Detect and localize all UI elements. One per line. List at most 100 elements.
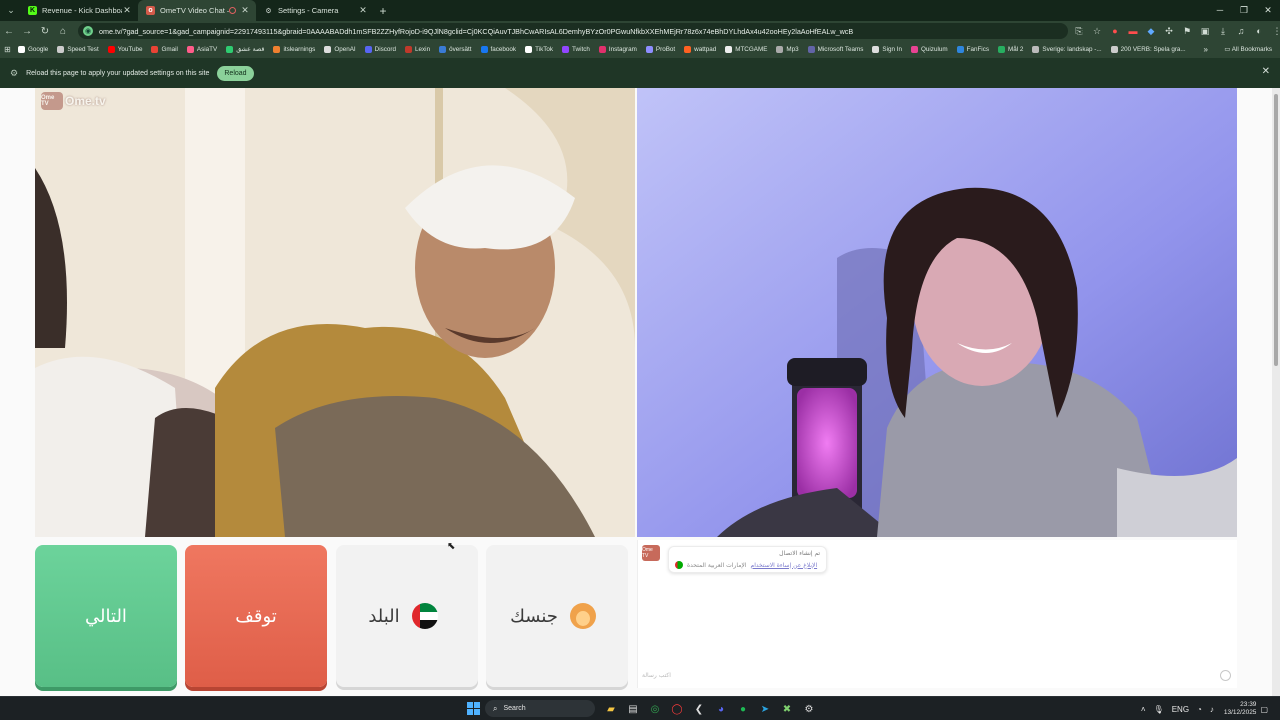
settings-icon: ⚙ (10, 67, 19, 78)
minimize-icon[interactable]: ─ (1208, 0, 1232, 21)
tab-title: OmeTV Video Chat — Omegle (160, 6, 229, 15)
clock[interactable]: 23:39 13/12/2025 (1224, 701, 1257, 717)
ometv-logo: Ome TV (41, 92, 63, 110)
bookmark-item[interactable]: Sign In (872, 46, 902, 53)
language-indicator[interactable]: ENG (1172, 705, 1189, 714)
mouse-cursor-icon: ⬉ (447, 541, 456, 552)
bookmark-item[interactable]: Lexin (405, 46, 430, 53)
taskbar-search[interactable]: ⌕ Search (485, 700, 595, 717)
telegram-icon[interactable]: ➤ (754, 701, 776, 717)
forward-icon[interactable]: → (18, 26, 36, 37)
download-icon[interactable]: ⤓ (1214, 26, 1232, 37)
extension-icon[interactable]: ⚑ (1178, 26, 1196, 37)
sidebar-icon[interactable]: ▣ (1196, 26, 1214, 37)
bookmark-item[interactable]: OpenAI (324, 46, 356, 53)
bookmark-item[interactable]: TikTok (525, 46, 553, 53)
new-tab-button[interactable]: + (374, 4, 392, 18)
bookmark-item[interactable]: YouTube (107, 46, 142, 53)
microphone-icon[interactable]: 🎙︎ (1154, 705, 1164, 714)
notification-icon[interactable]: ▢ (1260, 705, 1268, 714)
emoji-icon[interactable] (1220, 670, 1231, 681)
bookmark-item[interactable]: Google (18, 46, 48, 53)
close-tab-icon[interactable]: ✕ (358, 5, 368, 16)
bookmark-item[interactable]: Quizulum (911, 46, 948, 53)
menu-icon[interactable]: ⋮ (1268, 26, 1280, 37)
scrollbar-thumb[interactable] (1274, 94, 1278, 366)
profile-icon[interactable]: ◐ (1250, 26, 1268, 36)
app-icon[interactable]: ❮ (688, 701, 710, 717)
bookmark-item[interactable]: Mål 2 (998, 46, 1023, 53)
stop-button[interactable]: توقف (185, 545, 327, 687)
maximize-icon[interactable]: ❐ (1232, 0, 1256, 21)
bookmark-item[interactable]: AsiaTV (186, 46, 217, 53)
reload-button[interactable]: Reload (217, 65, 254, 81)
bookmark-item[interactable]: Instagram (598, 46, 637, 53)
bookmark-item[interactable]: ProBot (645, 46, 675, 53)
bookmark-item[interactable]: Sverige: landskap -... (1032, 46, 1102, 53)
country-label: البلد (368, 605, 400, 627)
bookmark-item[interactable]: Speed Test (57, 46, 99, 53)
bookmark-item[interactable]: itslearnings (273, 46, 315, 53)
address-bar[interactable]: ◉ ome.tv/?gad_source=1&gad_campaignid=22… (78, 23, 1068, 39)
bookmark-item[interactable]: Microsoft Teams (807, 46, 863, 53)
bookmark-star-icon[interactable]: ☆ (1088, 26, 1106, 37)
site-info-icon[interactable]: ◉ (83, 26, 93, 36)
tab-settings[interactable]: ⚙ Settings - Camera ✕ (256, 0, 374, 21)
tab-ometv[interactable]: o OmeTV Video Chat — Omegle ✕ (138, 0, 256, 21)
home-icon[interactable]: ⌂ (54, 26, 72, 37)
bookmark-item[interactable]: översätt (439, 46, 472, 53)
close-tab-icon[interactable]: ✕ (122, 5, 132, 16)
xbox-icon[interactable]: ✖ (776, 701, 798, 717)
girl-emoji-icon (569, 603, 596, 629)
gender-button[interactable]: جنسك (486, 545, 628, 687)
bookmark-favicon-icon (562, 46, 570, 53)
extension-record-icon[interactable]: ● (1106, 26, 1124, 36)
extension-blue-icon[interactable]: ◆ (1142, 26, 1160, 37)
back-icon[interactable]: ← (0, 26, 18, 37)
chrome-icon[interactable]: ◎ (644, 701, 666, 717)
more-bookmarks-icon[interactable]: » (1204, 41, 1208, 58)
bookmark-label: Lexin (415, 46, 431, 53)
extension-icon[interactable]: ✣ (1160, 26, 1178, 37)
store-icon[interactable]: ▤ (622, 701, 644, 717)
opera-icon[interactable]: ◯ (666, 701, 688, 717)
bookmark-item[interactable]: Discord (364, 46, 396, 53)
bookmark-item[interactable]: wattpad (684, 46, 716, 53)
bookmark-item[interactable]: FanFics (956, 46, 989, 53)
gender-label: جنسك (510, 605, 558, 627)
apps-icon[interactable]: ⊞ (4, 45, 18, 54)
windows-start-icon[interactable] (467, 702, 480, 715)
page-scrollbar[interactable] (1272, 88, 1280, 696)
bookmark-item[interactable]: Mp3 (776, 46, 799, 53)
close-infobar-icon[interactable]: ✕ (1262, 66, 1270, 77)
bookmark-favicon-icon (911, 46, 918, 53)
chevron-up-icon[interactable]: ˄ (1141, 705, 1146, 714)
install-app-icon[interactable]: ⎘ (1070, 26, 1088, 37)
bookmark-item[interactable]: MTCGAME (725, 46, 767, 53)
close-tab-icon[interactable]: ✕ (240, 5, 250, 16)
bookmark-item[interactable]: 200 VERB: Spela gra... (1110, 46, 1186, 53)
tab-search-icon[interactable]: ⌄ (2, 2, 20, 20)
close-window-icon[interactable]: ✕ (1256, 0, 1280, 21)
address-url[interactable]: ome.tv/?gad_source=1&gad_campaignid=2291… (99, 27, 853, 36)
settings-app-icon[interactable]: ⚙ (798, 701, 820, 717)
all-bookmarks-button[interactable]: ▭ All Bookmarks (1224, 41, 1272, 58)
spotify-icon[interactable]: ● (732, 701, 754, 717)
report-abuse-link[interactable]: الإبلاغ عن إساءة الاستخدام (751, 562, 818, 569)
bookmark-item[interactable]: Twitch (562, 46, 590, 53)
country-button[interactable]: البلد (336, 545, 478, 687)
wifi-icon[interactable]: ◔ (1197, 705, 1202, 714)
next-button[interactable]: التالي (35, 545, 177, 687)
bookmark-item[interactable]: Gmail (151, 46, 178, 53)
tab-kick[interactable]: K Revenue - Kick Dashboard ✕ (20, 0, 138, 21)
chat-input[interactable]: اكتب رسالة (642, 672, 1222, 679)
refresh-icon[interactable]: ↻ (36, 26, 54, 37)
extension-red-icon[interactable]: ▬ (1124, 26, 1142, 36)
file-explorer-icon[interactable]: ▰ (600, 701, 622, 717)
volume-icon[interactable]: ♪ (1210, 705, 1214, 714)
bookmark-favicon-icon (57, 46, 65, 53)
bookmark-item[interactable]: facebook (480, 46, 516, 53)
bookmark-item[interactable]: قصة عشق (226, 46, 264, 53)
discord-icon[interactable]: ◕ (710, 701, 732, 717)
media-icon[interactable]: ♫ (1232, 26, 1250, 36)
